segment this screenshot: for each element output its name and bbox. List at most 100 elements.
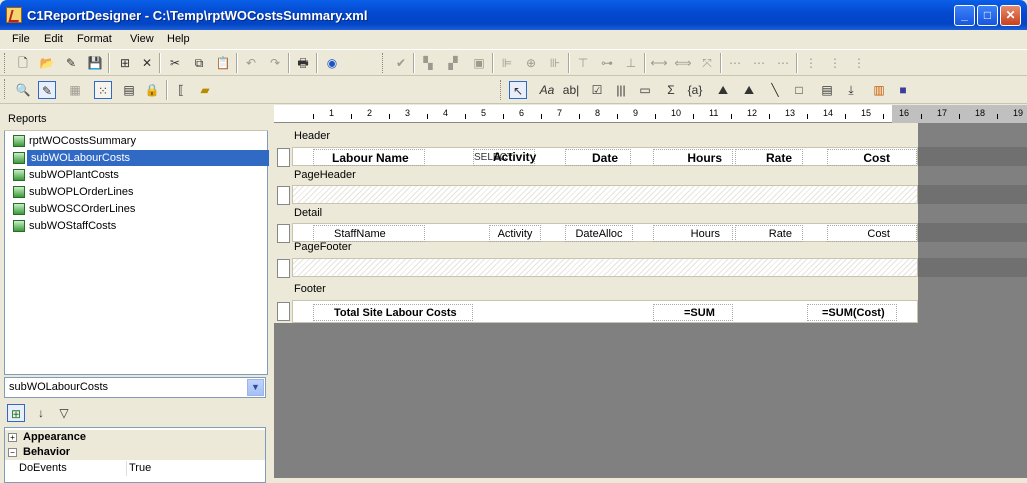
rectangle-tool-icon[interactable]: □ <box>790 81 808 99</box>
snap-grid-icon[interactable]: ⁙ <box>94 81 112 99</box>
field-detail-hours[interactable]: Hours <box>653 225 733 242</box>
grid-icon[interactable]: ▦ <box>66 81 84 99</box>
menu-edit[interactable]: Edit <box>44 33 63 45</box>
section-pageheader[interactable] <box>292 185 918 204</box>
section-detail[interactable]: StaffName Activity DateAlloc Hours Rate … <box>292 223 918 242</box>
field-activity[interactable]: Activity <box>473 149 563 166</box>
paste-icon[interactable]: 📋 <box>214 54 232 72</box>
align-center-icon[interactable]: ⊕ <box>522 54 540 72</box>
align-right-icon[interactable]: ⊪ <box>546 54 564 72</box>
align-left-icon[interactable]: ⊫ <box>498 54 516 72</box>
section-handle-pagefooter[interactable] <box>277 259 290 278</box>
bring-front-icon[interactable]: ▚ <box>419 54 437 72</box>
undo-icon[interactable]: ↶ <box>242 54 260 72</box>
report-item-subwoplorderlines[interactable]: subWOPLOrderLines <box>9 184 266 200</box>
new-report-icon[interactable]: ⊞ <box>116 54 134 72</box>
field-sum-cost[interactable]: =SUM(Cost) <box>807 304 897 321</box>
unbound-picture-tool-icon[interactable]: ⛰ <box>714 81 732 99</box>
chevron-down-icon[interactable]: ▼ <box>247 379 264 396</box>
minimize-button[interactable]: _ <box>954 5 975 26</box>
section-handle-pageheader[interactable] <box>277 186 290 205</box>
cut-icon[interactable]: ✂ <box>166 54 184 72</box>
section-handle-footer[interactable] <box>277 302 290 321</box>
pointer-tool-icon[interactable]: ↖ <box>509 81 527 99</box>
maximize-button[interactable]: □ <box>977 5 998 26</box>
field-date[interactable]: Date <box>565 149 631 166</box>
page-break-tool-icon[interactable]: ⤓ <box>842 81 860 99</box>
menu-format[interactable]: Format <box>77 33 112 45</box>
report-item-subwoplantcosts[interactable]: subWOPlantCosts <box>9 167 266 183</box>
align-top-icon[interactable]: ⊤ <box>574 54 592 72</box>
sum-tool-icon[interactable]: Σ <box>662 81 680 99</box>
toolbar-grip[interactable] <box>382 53 385 73</box>
checkbox-tool-icon[interactable]: ☑ <box>588 81 606 99</box>
open-icon[interactable]: 📂 <box>38 54 56 72</box>
section-handle-header[interactable] <box>277 148 290 167</box>
field-rate[interactable]: Rate <box>735 149 803 166</box>
field-detail-activity[interactable]: Activity <box>489 225 541 242</box>
subreport-tool-icon[interactable]: ▤ <box>818 81 836 99</box>
field-detail-cost[interactable]: Cost <box>827 225 917 242</box>
lock-layout-icon[interactable]: ▣ <box>470 54 488 72</box>
report-item-subwostaffcosts[interactable]: subWOStaffCosts <box>9 218 266 234</box>
bound-picture-tool-icon[interactable]: ⛰ <box>740 81 758 99</box>
calc-field-tool-icon[interactable]: {a} <box>686 81 704 99</box>
toolbar-grip[interactable] <box>500 80 503 100</box>
barcode-tool-icon[interactable]: ||| <box>612 81 630 99</box>
align-bottom-icon[interactable]: ⊥ <box>622 54 640 72</box>
field-hours[interactable]: Hours <box>653 149 733 166</box>
copy-icon[interactable]: ⧉ <box>190 54 208 72</box>
same-height-icon[interactable]: ⟺ <box>674 54 692 72</box>
preview-icon[interactable]: 🔍 <box>14 81 32 99</box>
h-spacing-icon[interactable]: ⋯ <box>726 54 744 72</box>
field-cost[interactable]: Cost <box>827 149 917 166</box>
menu-file[interactable]: File <box>12 33 30 45</box>
property-value[interactable]: True <box>129 461 151 476</box>
collapse-icon[interactable]: − <box>8 448 17 457</box>
report-item-subwolabourcosts[interactable]: subWOLabourCosts <box>27 150 269 166</box>
same-size-icon[interactable]: ⤧ <box>698 54 716 72</box>
check-icon[interactable]: ✔ <box>392 54 410 72</box>
textbox-tool-icon[interactable]: ab| <box>562 81 580 99</box>
report-design-surface[interactable]: Header Labour Name SELECT Activity Date … <box>274 123 1027 323</box>
design-mode-icon[interactable]: ✎ <box>38 81 56 99</box>
field-labour-name[interactable]: Labour Name <box>313 149 425 166</box>
report-item-rptwocostssummary[interactable]: rptWOCostsSummary <box>9 133 266 149</box>
section-label-pagefooter[interactable]: PageFooter <box>294 241 351 253</box>
section-handle-detail[interactable] <box>277 224 290 243</box>
property-category-appearance[interactable]: + Appearance <box>5 430 265 445</box>
alphabetical-icon[interactable]: ↓ <box>32 404 50 422</box>
filter-icon[interactable]: ▽ <box>55 404 73 422</box>
field-detail-rate[interactable]: Rate <box>735 225 803 242</box>
shape-tool-icon[interactable]: ■ <box>894 81 912 99</box>
section-label-detail[interactable]: Detail <box>294 207 322 219</box>
categorized-icon[interactable]: ⊞ <box>7 404 25 422</box>
field-sum-hours[interactable]: =SUM <box>653 304 733 321</box>
menu-view[interactable]: View <box>130 33 154 45</box>
save-icon[interactable]: 💾 <box>86 54 104 72</box>
wand-icon[interactable]: ✎ <box>62 54 80 72</box>
property-row-doevents[interactable]: DoEvents True <box>5 461 265 476</box>
lock-icon[interactable]: 🔒 <box>143 81 161 99</box>
expand-icon[interactable]: + <box>8 433 17 442</box>
field-total-label[interactable]: Total Site Labour Costs <box>313 304 473 321</box>
group-sort-icon[interactable]: ⟦ <box>172 81 190 99</box>
section-label-footer[interactable]: Footer <box>294 283 326 295</box>
section-label-pageheader[interactable]: PageHeader <box>294 169 356 181</box>
label-tool-icon[interactable]: Aa <box>538 81 556 99</box>
fields-icon[interactable]: ▤ <box>120 81 138 99</box>
section-footer[interactable]: Total Site Labour Costs =SUM =SUM(Cost) <box>292 300 918 323</box>
report-object-select[interactable]: subWOLabourCosts ▼ <box>4 377 266 398</box>
send-back-icon[interactable]: ▞ <box>444 54 462 72</box>
menu-help[interactable]: Help <box>167 33 190 45</box>
v-spacing-inc-icon[interactable]: ⋮ <box>826 54 844 72</box>
align-middle-icon[interactable]: ⊶ <box>598 54 616 72</box>
image-tool-icon[interactable]: ▭ <box>636 81 654 99</box>
h-spacing-dec-icon[interactable]: ⋯ <box>774 54 792 72</box>
delete-icon[interactable]: ✕ <box>138 54 156 72</box>
property-category-behavior[interactable]: − Behavior <box>5 445 265 460</box>
line-tool-icon[interactable]: ╲ <box>766 81 784 99</box>
new-icon[interactable]: 🗋 <box>14 54 32 72</box>
help-icon[interactable]: ◉ <box>323 54 341 72</box>
reports-list[interactable]: rptWOCostsSummary subWOLabourCosts subWO… <box>4 131 269 375</box>
